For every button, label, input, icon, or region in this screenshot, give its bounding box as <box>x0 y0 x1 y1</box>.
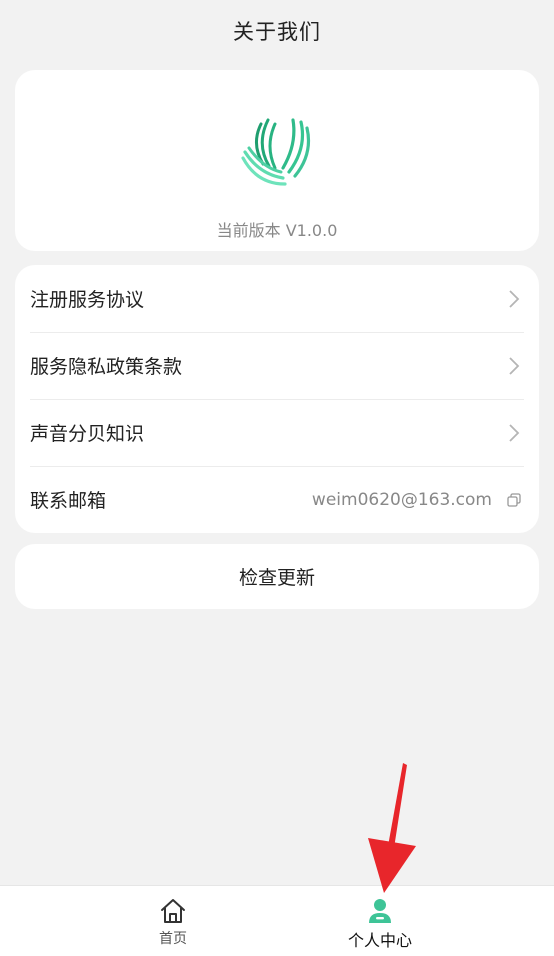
page-title: 关于我们 <box>233 20 321 44</box>
menu-item-register-agreement[interactable]: 注册服务协议 <box>30 265 524 333</box>
check-update-label: 检查更新 <box>238 567 315 589</box>
menu-item-contact-email[interactable]: 联系邮箱 weim0620@163.com <box>30 466 524 533</box>
tab-profile[interactable]: 个人中心 <box>310 886 450 956</box>
page-header: 关于我们 <box>0 0 554 62</box>
menu-item-label: 联系邮箱 <box>30 490 107 512</box>
home-icon <box>159 897 187 925</box>
bottom-tab-bar: 首页 个人中心 <box>0 885 554 956</box>
menu-item-label: 服务隐私政策条款 <box>30 356 183 378</box>
tab-home-label: 首页 <box>159 931 187 947</box>
tab-profile-label: 个人中心 <box>347 931 412 950</box>
tab-home[interactable]: 首页 <box>103 886 243 956</box>
chevron-right-icon <box>504 289 524 309</box>
app-info-card: 当前版本 V1.0.0 <box>15 70 539 251</box>
menu-item-decibel-knowledge[interactable]: 声音分贝知识 <box>30 399 524 467</box>
menu-card: 注册服务协议 服务隐私政策条款 声音分贝知识 联系邮箱 weim0620@163… <box>15 265 539 533</box>
annotation-arrow-icon <box>360 760 420 895</box>
app-logo-icon <box>241 114 313 188</box>
person-icon <box>366 897 394 925</box>
check-update-button[interactable]: 检查更新 <box>15 544 539 609</box>
menu-item-label: 注册服务协议 <box>30 289 145 311</box>
contact-email-value: weim0620@163.com <box>311 489 492 510</box>
chevron-right-icon <box>504 356 524 376</box>
menu-item-privacy-policy[interactable]: 服务隐私政策条款 <box>30 332 524 400</box>
version-text: 当前版本 V1.0.0 <box>216 221 338 240</box>
chevron-right-icon <box>504 423 524 443</box>
menu-item-label: 声音分贝知识 <box>30 423 145 445</box>
copy-icon[interactable] <box>504 490 524 510</box>
